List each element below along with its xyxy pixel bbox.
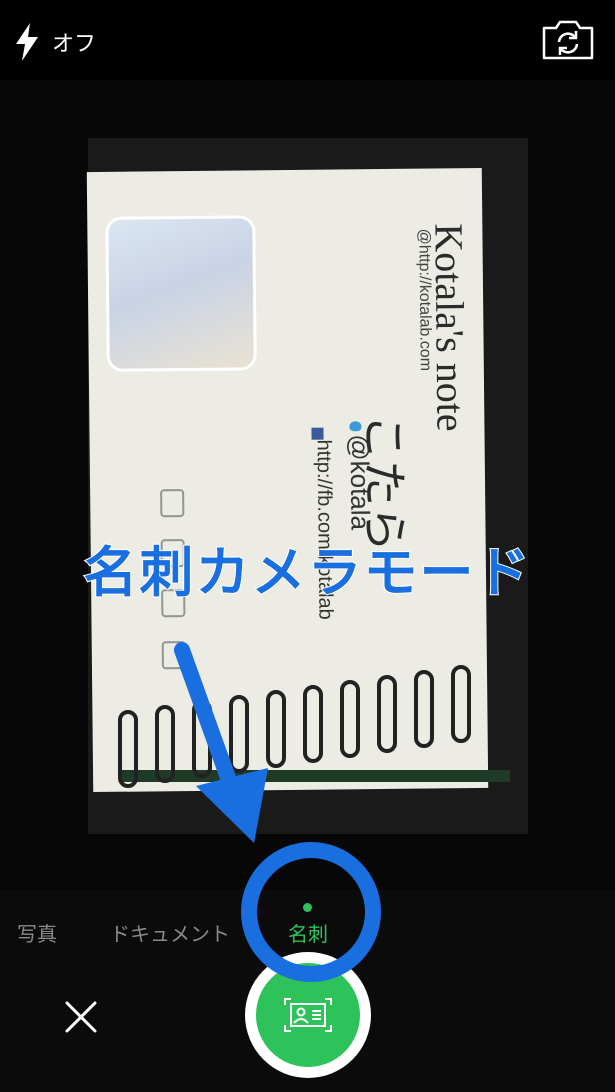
notebook-ring: [414, 670, 434, 748]
card-icon-food: [161, 641, 186, 670]
camera-flip-icon: [542, 20, 594, 60]
mode-business-card[interactable]: 名刺: [288, 918, 328, 947]
notebook-ring: [192, 700, 212, 778]
notebook-ring: [229, 695, 249, 773]
flash-toggle-button[interactable]: オフ: [14, 22, 96, 62]
bottom-controls: 写真 ドキュメント 名刺: [0, 890, 615, 1092]
top-bar: オフ: [0, 0, 615, 80]
notebook-spine: [120, 770, 510, 782]
notebook-ring: [451, 665, 471, 743]
notebook-ring: [377, 675, 397, 753]
twitter-icon: [349, 421, 362, 432]
flash-mode-label: オフ: [52, 31, 97, 56]
notebook-ring: [340, 680, 360, 758]
annotation-label: 名刺カメラモード: [83, 542, 532, 604]
avatar-illustration: [105, 215, 257, 372]
mode-photo[interactable]: 写真: [17, 918, 57, 947]
card-icon-phone: [160, 489, 185, 518]
camera-flip-button[interactable]: [540, 18, 596, 62]
card-url: @http://kotalab.com: [415, 228, 434, 372]
notebook-ring: [303, 685, 323, 763]
mode-document[interactable]: ドキュメント: [110, 918, 230, 947]
shutter-inner: [256, 963, 360, 1067]
camera-viewfinder[interactable]: Kotala's note @http://kotalab.com こたら @k…: [0, 80, 615, 890]
notebook-ring: [155, 705, 175, 783]
facebook-icon: [311, 427, 324, 440]
business-card-icon: [284, 998, 332, 1032]
close-icon: [65, 1001, 97, 1033]
mode-active-indicator: [303, 903, 312, 912]
close-button[interactable]: [64, 1000, 98, 1034]
notebook-ring: [266, 690, 286, 768]
shutter-button[interactable]: [245, 952, 371, 1078]
card-twitter-handle: @kotala: [344, 434, 376, 531]
notebook-ring: [118, 710, 138, 788]
flash-icon: [16, 23, 38, 61]
